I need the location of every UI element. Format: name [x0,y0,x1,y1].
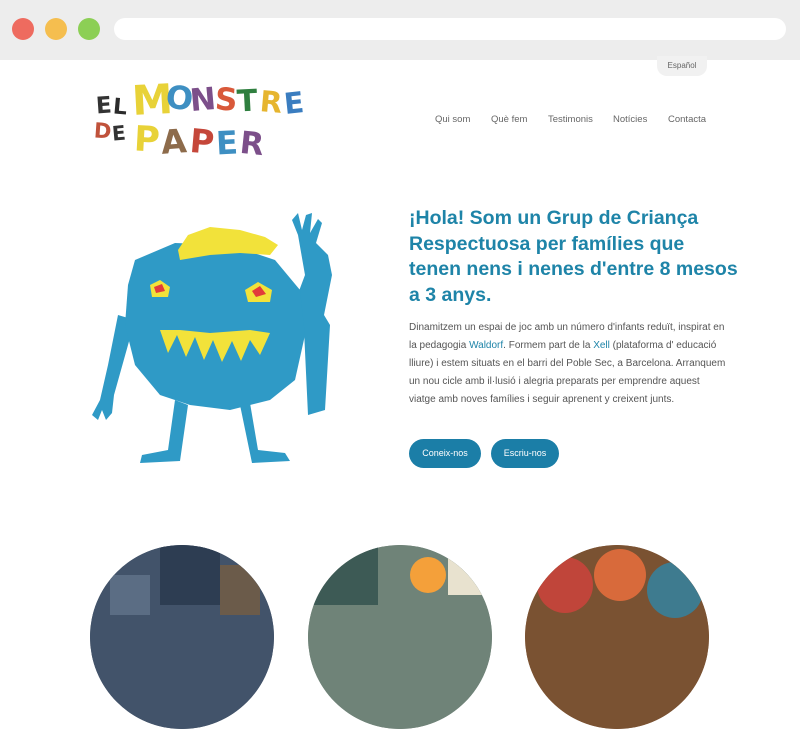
main-nav: Qui som Què fem Testimonis Notícies Cont… [0,114,800,128]
photo-circle-baskets[interactable] [525,545,709,729]
photo-placeholder-image [525,545,709,729]
photo-circle-child-jeans[interactable] [90,545,274,729]
xell-link[interactable]: Xell [593,340,610,351]
browser-chrome [0,0,800,60]
coneix-nos-button[interactable]: Coneix-nos [409,439,481,468]
photo-circle-children-play[interactable] [308,545,492,729]
nav-item-testimonis[interactable]: Testimonis [548,114,593,125]
photo-placeholder-image [308,545,492,729]
monster-illustration [92,213,332,463]
nav-item-noticies[interactable]: Notícies [613,114,647,125]
nav-item-qui-som[interactable]: Qui som [435,114,470,125]
waldorf-link[interactable]: Waldorf [469,340,503,351]
hero-paragraph-text: . Formem part de la [503,340,594,351]
logo-letter: R [238,124,266,164]
hero-paragraph: Dinamitzem un espai de joc amb un número… [409,319,729,409]
photo-placeholder-image [90,545,274,729]
maximize-window-icon[interactable] [78,18,100,40]
logo-letter: E [215,123,239,163]
minimize-window-icon[interactable] [45,18,67,40]
hero-headline: ¡Hola! Som un Grup de Criança Respectuos… [409,207,738,306]
nav-item-contacta[interactable]: Contacta [668,114,706,125]
escriu-nos-button[interactable]: Escriu-nos [491,439,559,468]
close-window-icon[interactable] [12,18,34,40]
nav-item-que-fem[interactable]: Què fem [491,114,527,125]
language-switch[interactable]: Español [657,56,707,76]
address-bar[interactable] [114,18,786,40]
